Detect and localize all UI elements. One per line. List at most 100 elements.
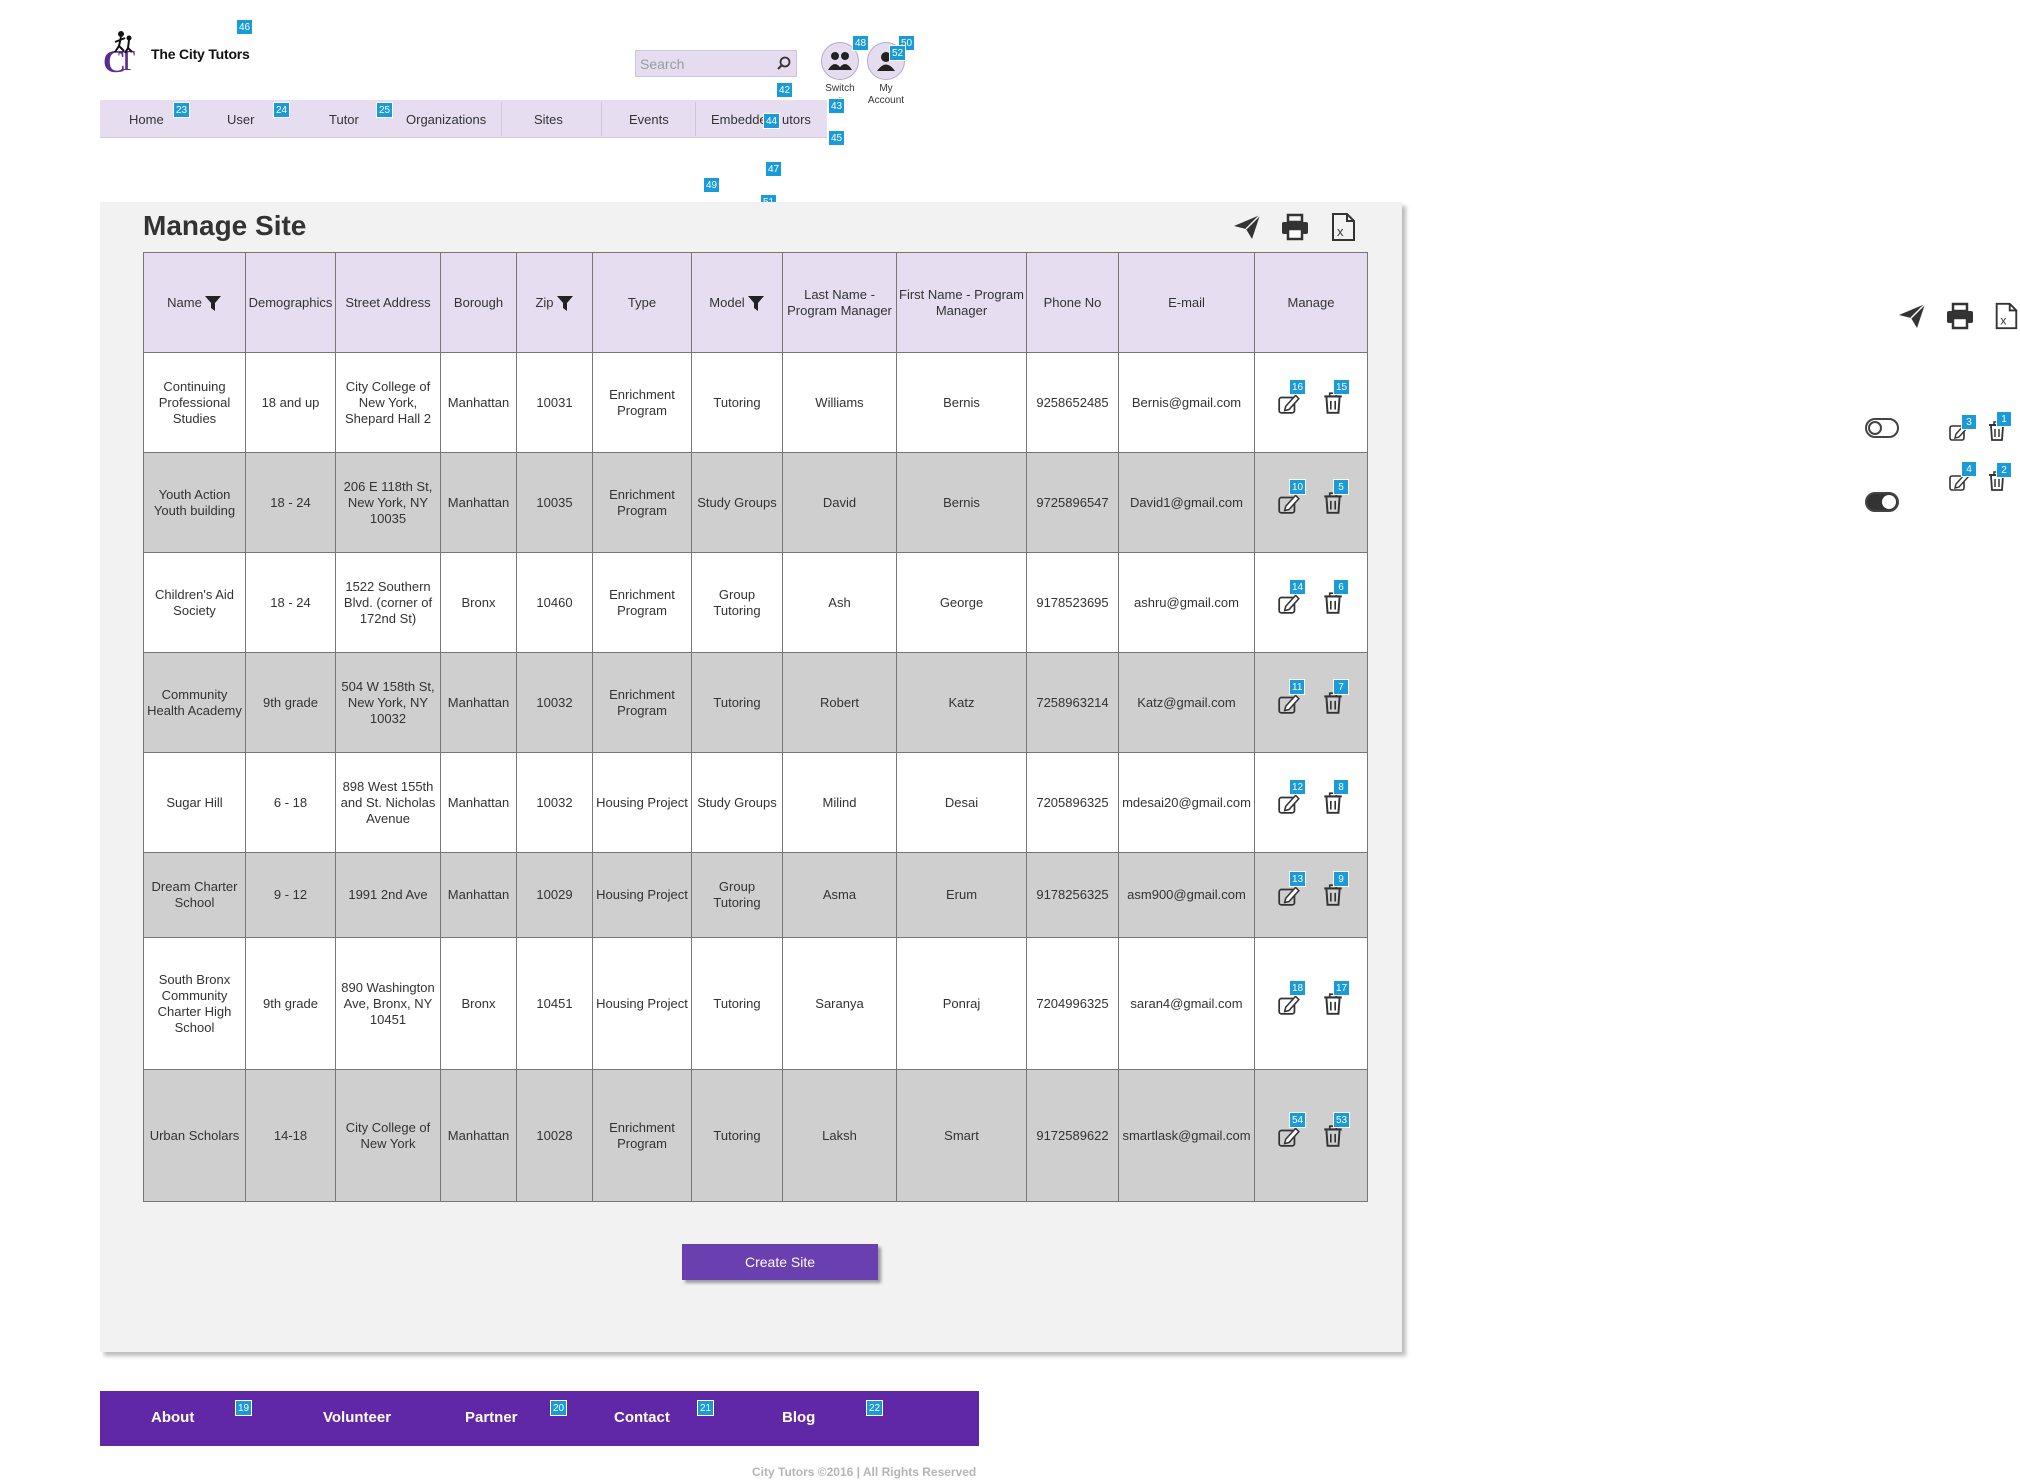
search-input[interactable] — [636, 51, 771, 76]
footer-contact[interactable]: Contact — [614, 1409, 670, 1426]
cell-zip: 10032 — [516, 752, 593, 853]
cell-borough: Manhattan — [440, 652, 517, 753]
nav-embedded[interactable]: Embedde — [711, 112, 767, 127]
cell-zip: 10031 — [516, 352, 593, 453]
badge: 1 — [1996, 411, 2012, 427]
delete-icon[interactable]: 7 — [1321, 678, 1349, 715]
edit-icon[interactable]: 14 — [1277, 578, 1307, 615]
delete-icon[interactable]: 17 — [1321, 979, 1351, 1016]
cell-demographics: 14-18 — [245, 1069, 336, 1202]
cell-manage: 13 9 — [1254, 852, 1368, 938]
excel-icon[interactable]: x — [1328, 212, 1358, 242]
cell-type: Enrichment Program — [592, 1069, 692, 1202]
nav-tutor[interactable]: Tutor — [329, 112, 359, 127]
send-icon[interactable] — [1896, 301, 1928, 331]
send-icon[interactable] — [1232, 212, 1262, 242]
filter-icon[interactable] — [747, 294, 765, 312]
cell-phone: 7205896325 — [1026, 752, 1119, 853]
cell-type: Housing Project — [592, 937, 692, 1070]
toggle-off-icon[interactable] — [1865, 418, 1899, 438]
cell-street: 206 E 118th St, New York, NY 10035 — [335, 452, 441, 553]
badge: 16 — [1289, 378, 1307, 395]
nav-home[interactable]: Home — [129, 112, 164, 127]
filter-icon[interactable] — [204, 294, 222, 312]
delete-icon[interactable]: 9 — [1321, 871, 1349, 907]
footer-blog[interactable]: Blog — [782, 1409, 815, 1426]
toggle-on-icon[interactable] — [1865, 492, 1899, 512]
cell-zip: 10028 — [516, 1069, 593, 1202]
delete-icon[interactable]: 15 — [1321, 378, 1351, 415]
badge: 45 — [828, 130, 846, 146]
edit-icon[interactable]: 54 — [1277, 1111, 1307, 1148]
nav-divider — [601, 102, 602, 136]
cell-email: Bernis@gmail.com — [1118, 352, 1255, 453]
toggle-knob — [1882, 495, 1896, 509]
col-street[interactable]: Street Address — [335, 252, 441, 353]
svg-text:x: x — [2000, 313, 2006, 327]
delete-icon[interactable]: 6 — [1321, 578, 1349, 615]
cell-model: Study Groups — [691, 452, 783, 553]
edit-icon[interactable]: 12 — [1277, 778, 1307, 815]
delete-icon[interactable]: 5 — [1321, 478, 1349, 515]
col-last-name[interactable]: Last Name - Program Manager — [782, 252, 897, 353]
switch-label: Switch — [825, 83, 855, 94]
cell-model: Group Tutoring — [691, 852, 783, 938]
edit-icon[interactable]: 18 — [1277, 979, 1307, 1016]
col-zip[interactable]: Zip — [516, 252, 593, 353]
search-box[interactable] — [635, 50, 797, 77]
cell-demographics: 18 - 24 — [245, 452, 336, 553]
search-icon[interactable] — [775, 55, 793, 73]
col-demographics[interactable]: Demographics — [245, 252, 336, 353]
badge: 25 — [376, 102, 394, 118]
cell-model: Tutoring — [691, 352, 783, 453]
col-name[interactable]: Name — [143, 252, 246, 353]
badge: 23 — [173, 102, 191, 118]
edit-icon[interactable]: 10 — [1277, 478, 1307, 515]
cell-demographics: 18 and up — [245, 352, 336, 453]
col-borough[interactable]: Borough — [440, 252, 517, 353]
delete-icon[interactable]: 8 — [1321, 778, 1349, 815]
cell-street: City College of New York — [335, 1069, 441, 1202]
print-icon[interactable] — [1280, 212, 1310, 242]
excel-icon[interactable]: x — [1992, 301, 2020, 331]
filter-icon[interactable] — [556, 294, 574, 312]
edit-icon[interactable]: 11 — [1277, 678, 1306, 715]
cell-last-name: Milind — [782, 752, 897, 853]
badge: 54 — [1289, 1111, 1307, 1128]
cell-first-name: Katz — [896, 652, 1027, 753]
col-phone[interactable]: Phone No — [1026, 252, 1119, 353]
cell-demographics: 9th grade — [245, 937, 336, 1070]
toggle-knob — [1868, 421, 1882, 435]
nav-sites[interactable]: Sites — [534, 112, 563, 127]
cell-last-name: Ash — [782, 552, 897, 653]
delete-icon[interactable]: 53 — [1321, 1111, 1351, 1148]
cell-phone: 9258652485 — [1026, 352, 1119, 453]
nav-tutors[interactable]: utors — [782, 112, 811, 127]
cell-email: David1@gmail.com — [1118, 452, 1255, 553]
footer-volunteer[interactable]: Volunteer — [323, 1409, 391, 1426]
brand-logo[interactable]: C T The City Tutors — [103, 30, 353, 79]
toolbar: x — [1232, 212, 1358, 242]
footer-about[interactable]: About — [151, 1409, 194, 1426]
edit-icon[interactable]: 16 — [1277, 378, 1307, 415]
col-type[interactable]: Type — [592, 252, 692, 353]
col-model-label: Model — [709, 294, 745, 310]
col-email[interactable]: E-mail — [1118, 252, 1255, 353]
cell-last-name: David — [782, 452, 897, 553]
cell-first-name: Smart — [896, 1069, 1027, 1202]
badge: 44 — [763, 113, 781, 129]
cell-last-name: Williams — [782, 352, 897, 453]
print-icon[interactable] — [1944, 301, 1976, 331]
nav-organizations[interactable]: Organizations — [406, 112, 486, 127]
create-site-button[interactable]: Create Site — [682, 1244, 878, 1280]
copyright: City Tutors ©2016 | All Rights Reserved — [752, 1465, 977, 1479]
edit-icon[interactable]: 13 — [1277, 871, 1307, 907]
nav-user[interactable]: User — [227, 112, 254, 127]
nav-events[interactable]: Events — [629, 112, 669, 127]
footer-partner[interactable]: Partner — [465, 1409, 518, 1426]
table-row: Sugar Hill 6 - 18 898 West 155th and St. N… — [143, 752, 1368, 853]
cell-manage: 10 5 — [1254, 452, 1368, 553]
cell-phone: 9178523695 — [1026, 552, 1119, 653]
col-model[interactable]: Model — [691, 252, 783, 353]
col-first-name[interactable]: First Name - Program Manager — [896, 252, 1027, 353]
